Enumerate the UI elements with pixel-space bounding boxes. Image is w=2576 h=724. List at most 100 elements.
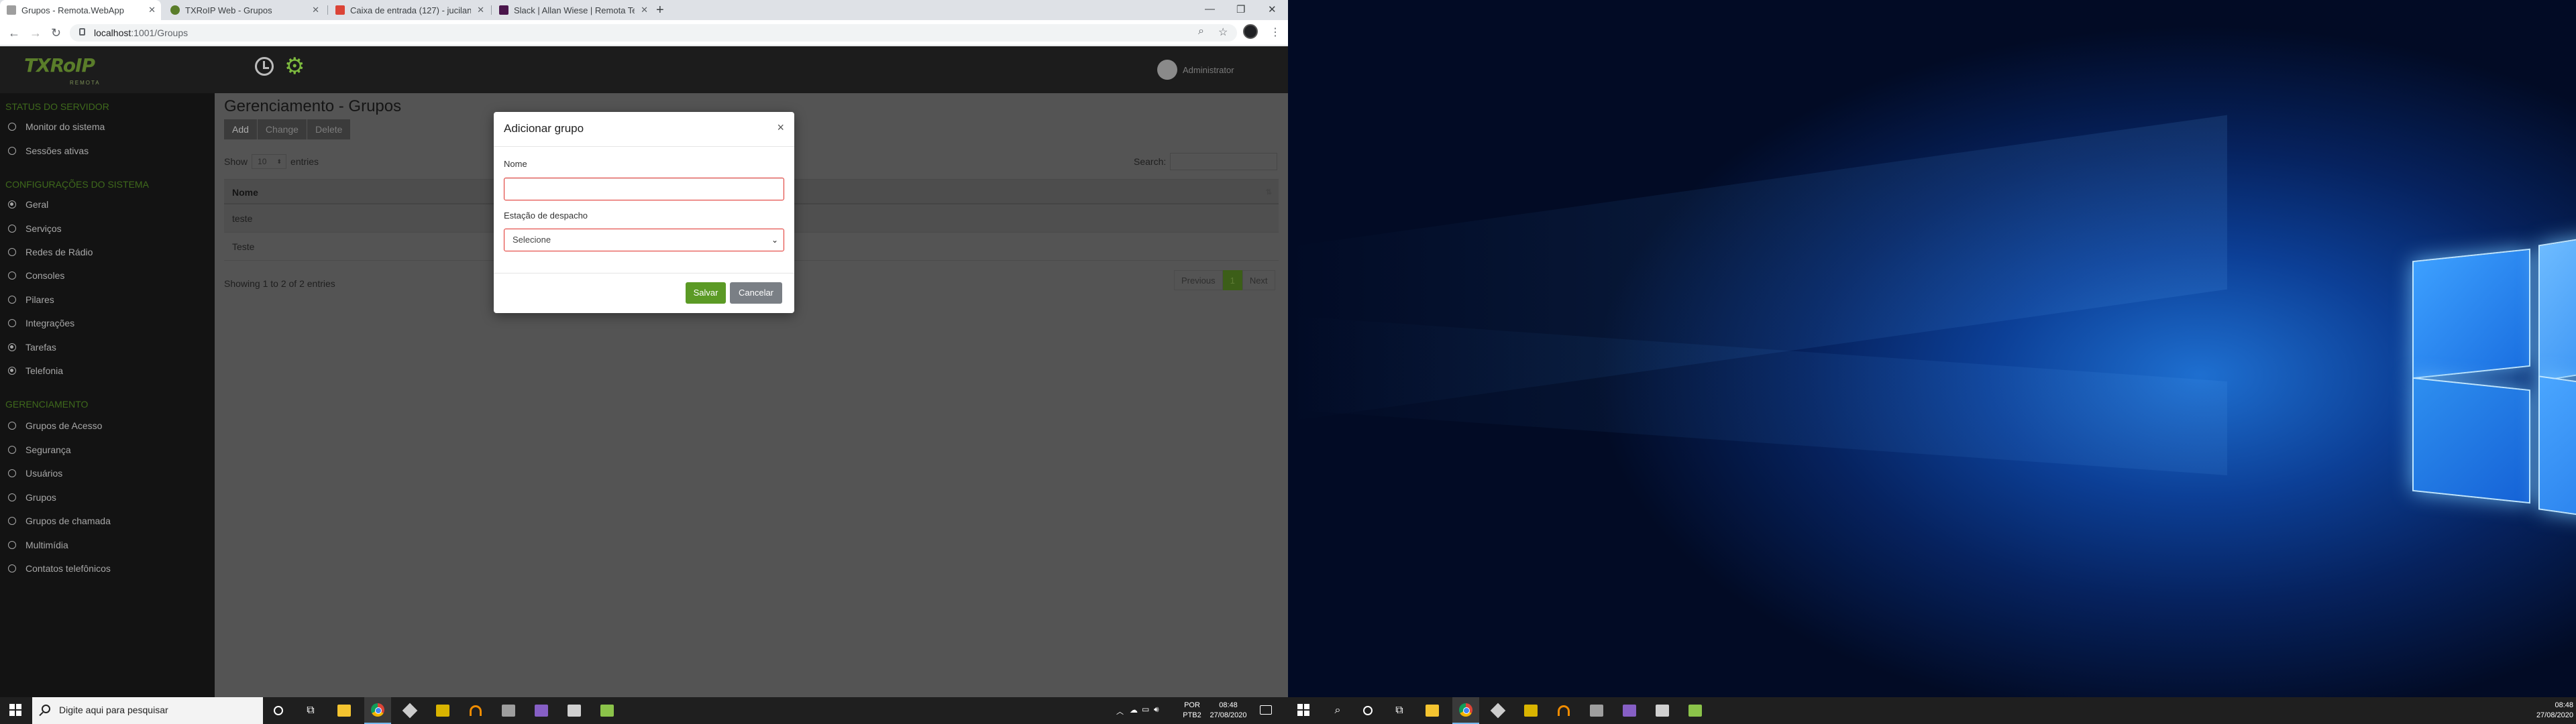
tab-close-icon[interactable]: ✕ [641,5,648,15]
menu-kebab-icon[interactable]: ⋮ [1270,25,1281,39]
headset-icon[interactable] [1556,703,1572,719]
visual-studio-icon[interactable] [533,703,549,719]
tab-close-icon[interactable]: ✕ [148,5,156,15]
next-page-button[interactable]: Next [1242,270,1275,290]
close-window-icon[interactable]: ✕ [1268,3,1277,15]
chrome-icon[interactable] [1452,697,1479,724]
app-logo[interactable]: TXRoIP [24,54,95,76]
previous-page-button[interactable]: Previous [1174,270,1223,290]
browser-tab[interactable]: TXRoIP Web - Grupos ✕ [164,0,325,20]
sidebar-item-grupos[interactable]: Grupos [8,492,56,503]
file-explorer-icon[interactable] [336,703,352,719]
bookmark-star-icon[interactable]: ☆ [1218,25,1228,39]
sidebar-item-sessoes-ativas[interactable]: Sessões ativas [8,145,89,156]
file-explorer-icon[interactable] [1424,703,1440,719]
sidebar-item-monitor-do-sistema[interactable]: Monitor do sistema [8,121,105,132]
sticky-notes-icon[interactable] [435,703,451,719]
terminal-icon[interactable] [566,703,582,719]
entries-select[interactable]: 10 ⬍ [252,154,287,169]
cancel-button[interactable]: Cancelar [730,282,782,304]
browser-tab[interactable]: Grupos - Remota.WebApp ✕ [0,0,161,20]
back-icon[interactable]: ← [8,26,20,40]
table-cell: Teste [232,241,255,252]
show-hidden-icons-icon[interactable]: ︿ [1116,706,1124,724]
change-button[interactable]: Change [257,119,307,139]
sidebar-item-pilares[interactable]: Pilares [8,294,54,305]
name-field[interactable] [504,178,784,200]
sidebar-item-consoles[interactable]: Consoles [8,270,64,281]
web-app: TXRoIP REMOTA ⚙ Administrator STATUS DO … [0,46,1288,697]
cortana-icon[interactable] [1360,703,1376,719]
search-input[interactable] [1170,153,1278,170]
volume-icon[interactable]: 🔊︎ [1154,705,1159,724]
tab-favicon-icon [7,5,16,15]
notepad-icon[interactable] [1687,703,1703,719]
app-window-icon[interactable] [500,703,517,719]
radio-icon [8,147,16,155]
save-button[interactable]: Salvar [686,282,726,304]
sidebar-item-telefonia[interactable]: Telefonia [8,365,63,376]
visual-studio-icon[interactable] [1621,703,1638,719]
git-icon[interactable] [402,703,418,719]
modal-header: Adicionar grupo × [494,112,794,147]
clock[interactable]: 08:48 27/08/2020 [1208,701,1249,721]
page-1-button[interactable]: 1 [1222,270,1242,290]
terminal-icon[interactable] [1654,703,1670,719]
sidebar-item-servicos[interactable]: Serviços [8,223,62,234]
sidebar-item-grupos-de-acesso[interactable]: Grupos de Acesso [8,420,102,431]
zoom-icon[interactable]: ⌕ [1198,25,1204,38]
dispatch-station-select[interactable]: Selecione ⌄ [504,229,784,251]
network-icon[interactable]: ▭ [1142,705,1149,724]
app-window-icon[interactable] [1589,703,1605,719]
tab-close-icon[interactable]: ✕ [477,5,484,15]
chrome-icon[interactable] [364,697,391,724]
language-indicator[interactable]: POR PTB2 [1182,701,1202,721]
task-view-icon[interactable]: ⧉ [303,703,319,719]
restore-icon[interactable]: ❐ [1236,3,1245,15]
git-icon[interactable] [1490,703,1506,719]
close-icon[interactable]: × [777,121,784,135]
radio-icon [8,123,16,131]
windows-start-icon[interactable] [9,704,21,716]
forward-icon[interactable]: → [30,26,42,40]
onedrive-icon[interactable]: ☁ [1130,705,1138,724]
minimize-icon[interactable]: — [1205,3,1215,15]
address-bar[interactable]: localhost:1001/Groups [70,24,1237,42]
right-monitor-desktop [1288,0,2576,697]
user-avatar-icon [1157,60,1177,80]
info-icon[interactable] [79,28,85,36]
search-icon[interactable]: ⌕ [1330,703,1346,719]
reload-icon[interactable]: ↻ [51,26,61,40]
browser-tab[interactable]: Slack | Allan Wiese | Remota Tec... ✕ [492,0,653,20]
sidebar-item-grupos-de-chamada[interactable]: Grupos de chamada [8,516,111,526]
add-button[interactable]: Add [224,119,258,139]
clock[interactable]: 08:48 27/08/2020 [2533,701,2573,721]
user-menu[interactable]: Administrator [1157,60,1234,80]
sidebar-item-integracoes[interactable]: Integrações [8,318,74,328]
sidebar-item-seguranca[interactable]: Segurança [8,444,71,455]
gear-icon[interactable]: ⚙ [284,55,305,78]
windows-start-icon[interactable] [1297,704,1309,716]
sidebar-item-label: Grupos de Acesso [25,420,103,431]
url-text[interactable]: localhost:1001/Groups [94,27,188,38]
tab-close-icon[interactable]: ✕ [312,5,319,15]
history-icon[interactable] [255,57,274,76]
task-view-icon[interactable]: ⧉ [1391,703,1407,719]
sidebar-item-geral[interactable]: Geral [8,199,48,210]
notifications-icon[interactable] [1260,705,1272,715]
sidebar-item-contatos-telefonicos[interactable]: Contatos telefônicos [8,563,111,574]
sidebar-item-usuarios[interactable]: Usuários [8,468,62,479]
notepad-icon[interactable] [599,703,615,719]
cortana-icon[interactable] [270,703,286,719]
sticky-notes-icon[interactable] [1523,703,1539,719]
profile-avatar[interactable] [1243,24,1258,39]
taskbar-search-box[interactable]: Digite aqui para pesquisar [32,697,263,724]
sidebar-item-multimidia[interactable]: Multimídia [8,540,68,550]
sidebar-item-tarefas[interactable]: Tarefas [8,342,56,353]
pagination: Previous 1 Next [1174,270,1275,290]
browser-tab[interactable]: Caixa de entrada (127) - jucilan@... ✕ [329,0,490,20]
headset-icon[interactable] [468,703,484,719]
new-tab-icon[interactable]: + [656,3,664,18]
delete-button[interactable]: Delete [307,119,352,139]
sidebar-item-redes-de-radio[interactable]: Redes de Rádio [8,247,93,257]
